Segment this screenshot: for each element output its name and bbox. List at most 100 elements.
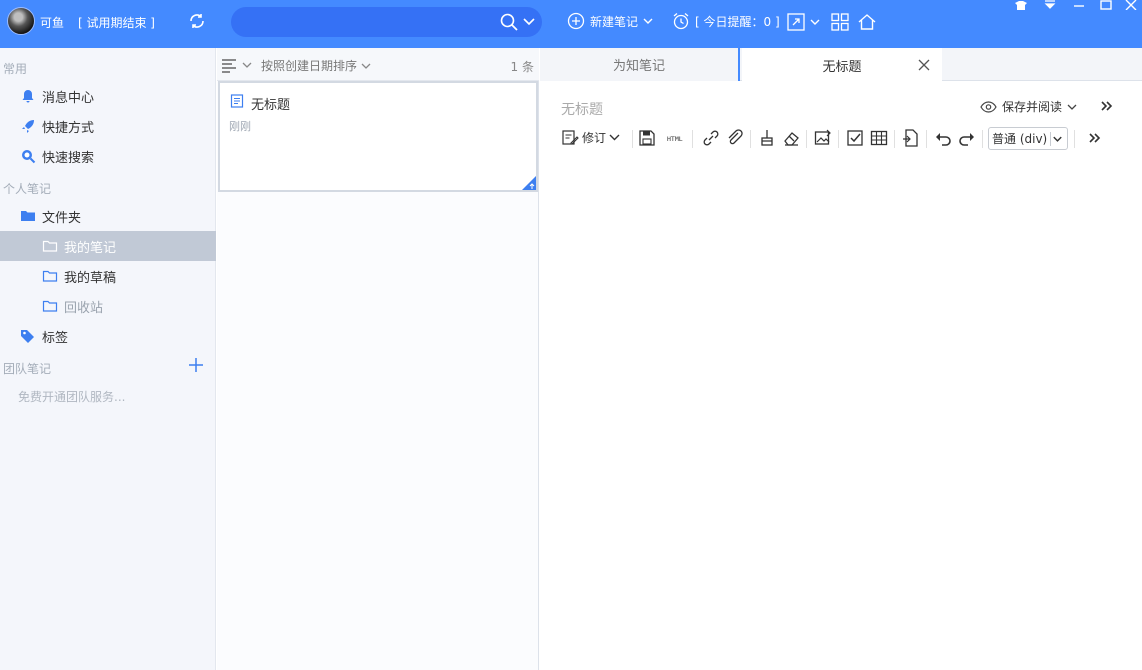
- folder-outline-icon: [42, 270, 58, 282]
- close-window-icon[interactable]: [1124, 0, 1138, 10]
- menu-dropdown-icon[interactable]: [1043, 0, 1057, 10]
- double-chevron-right-icon[interactable]: [1100, 99, 1114, 113]
- avatar[interactable]: [7, 7, 35, 35]
- chevron-down-icon: [361, 63, 371, 69]
- corner-marker-icon: [522, 176, 536, 190]
- sidebar-item-messages[interactable]: 消息中心: [0, 81, 216, 111]
- close-icon[interactable]: [918, 59, 930, 71]
- note-list-panel: 按照创建日期排序 1 条 无标题 刚刚: [217, 48, 539, 670]
- tab-bar: 为知笔记 无标题: [540, 48, 1142, 82]
- document-title[interactable]: 无标题: [561, 99, 603, 119]
- add-team-icon[interactable]: [188, 357, 204, 373]
- chevron-down-icon: [242, 62, 252, 68]
- note-list-header: 按照创建日期排序 1 条: [217, 48, 539, 81]
- search-input[interactable]: [243, 11, 493, 33]
- expand-icon[interactable]: [786, 12, 806, 32]
- tab-wiznote[interactable]: 为知笔记: [540, 48, 740, 81]
- sort-dropdown[interactable]: 按照创建日期排序: [261, 57, 371, 74]
- tag-icon: [21, 330, 34, 343]
- sidebar-item-folders[interactable]: 文件夹: [0, 201, 216, 231]
- chevron-down-icon: [609, 134, 620, 141]
- link-icon[interactable]: [702, 129, 720, 147]
- toolbar-divider: [894, 130, 895, 148]
- table-icon[interactable]: [870, 129, 888, 147]
- paragraph-format-select[interactable]: 普通 (div): [988, 127, 1068, 150]
- redo-icon[interactable]: [958, 129, 976, 147]
- sidebar-item-label: 快捷方式: [42, 120, 95, 136]
- tab-label: 为知笔记: [612, 59, 665, 74]
- section-header-personal: 个人笔记: [3, 182, 52, 196]
- folder-icon: [21, 211, 35, 221]
- document-icon: [230, 94, 244, 108]
- tab-label: 无标题: [822, 59, 862, 75]
- sidebar-item-label: 我的草稿: [64, 270, 117, 286]
- double-chevron-right-icon[interactable]: [1088, 129, 1102, 147]
- minimize-icon[interactable]: [1072, 0, 1086, 10]
- sidebar-item-label: 我的笔记: [64, 240, 117, 256]
- undo-icon[interactable]: [934, 129, 952, 147]
- sidebar-item-quick-search[interactable]: 快速搜索: [0, 141, 216, 171]
- format-brush-icon[interactable]: [758, 129, 776, 147]
- toolbar-divider: [806, 130, 807, 148]
- editor-toolbar: 修订 HTML 普通 (div): [562, 127, 1122, 151]
- sync-icon[interactable]: [186, 10, 208, 32]
- new-note-button[interactable]: 新建笔记: [567, 10, 653, 32]
- chevron-down-icon: [643, 18, 653, 24]
- attachment-icon[interactable]: [726, 129, 744, 147]
- save-and-read-button[interactable]: 保存并阅读: [980, 98, 1077, 115]
- chevron-down-icon: [1050, 132, 1062, 146]
- skin-icon[interactable]: [1014, 0, 1028, 10]
- new-note-label: 新建笔记: [590, 14, 639, 29]
- sidebar-item-label: 标签: [42, 330, 69, 346]
- list-view-icon: [222, 59, 236, 73]
- maximize-icon[interactable]: [1099, 0, 1113, 10]
- sidebar: 常用 消息中心 快捷方式 快速搜索 个人笔记 文件夹 我的笔记 我的草稿 回收站…: [0, 48, 216, 670]
- toolbar-divider: [926, 130, 927, 148]
- sidebar-item-recycle-bin[interactable]: 回收站: [0, 291, 216, 321]
- view-mode-button[interactable]: [221, 57, 252, 73]
- sidebar-item-shortcuts[interactable]: 快捷方式: [0, 111, 216, 141]
- html-icon[interactable]: HTML: [666, 129, 688, 147]
- reminder-button[interactable]: [ 今日提醒：0 ]: [672, 10, 780, 32]
- note-title: 无标题: [251, 98, 291, 113]
- sidebar-item-tags[interactable]: 标签: [0, 321, 216, 351]
- section-header-common: 常用: [3, 62, 28, 76]
- note-count: 1 条: [510, 60, 534, 74]
- insert-image-icon[interactable]: [814, 129, 832, 147]
- username[interactable]: 可鱼: [40, 14, 64, 31]
- eraser-icon[interactable]: [782, 129, 800, 147]
- note-time: 刚刚: [229, 120, 251, 133]
- insert-file-icon[interactable]: [902, 129, 920, 147]
- sidebar-item-label: 文件夹: [42, 210, 82, 226]
- sidebar-item-my-notes[interactable]: 我的笔记: [0, 231, 216, 261]
- toolbar-divider: [838, 130, 839, 148]
- reminder-label: [ 今日提醒：0 ]: [695, 14, 780, 29]
- search-box: [231, 7, 542, 37]
- toolbar-divider: [750, 130, 751, 148]
- list-item[interactable]: 无标题 刚刚: [218, 81, 538, 192]
- tab-untitled[interactable]: 无标题: [742, 48, 942, 82]
- chevron-down-icon[interactable]: [809, 12, 821, 32]
- checkbox-icon[interactable]: [846, 129, 864, 147]
- svg-text:HTML: HTML: [667, 135, 683, 143]
- folder-outline-icon: [42, 300, 58, 312]
- folder-outline-icon: [42, 240, 58, 252]
- search-icon[interactable]: [499, 12, 519, 32]
- home-icon[interactable]: [857, 12, 877, 32]
- revise-button[interactable]: 修订: [562, 129, 620, 146]
- grid-apps-icon[interactable]: [830, 12, 850, 32]
- sort-label: 按照创建日期排序: [261, 59, 358, 73]
- save-icon[interactable]: [638, 129, 656, 147]
- editor-panel: 为知笔记 无标题 无标题 保存并阅读 修订 HTML 普通 (div): [540, 48, 1142, 670]
- plus-circle-icon: [567, 12, 585, 30]
- chevron-down-icon[interactable]: [523, 16, 535, 28]
- sidebar-item-my-drafts[interactable]: 我的草稿: [0, 261, 216, 291]
- team-service-link[interactable]: 免费开通团队服务...: [18, 388, 125, 405]
- toolbar-divider: [632, 130, 633, 148]
- save-read-label: 保存并阅读: [1002, 100, 1063, 114]
- eye-icon: [980, 100, 997, 113]
- trial-status[interactable]: [ 试用期结束 ]: [78, 14, 155, 31]
- bell-icon: [22, 90, 34, 103]
- rocket-icon: [22, 120, 34, 133]
- edit-doc-icon: [562, 130, 579, 145]
